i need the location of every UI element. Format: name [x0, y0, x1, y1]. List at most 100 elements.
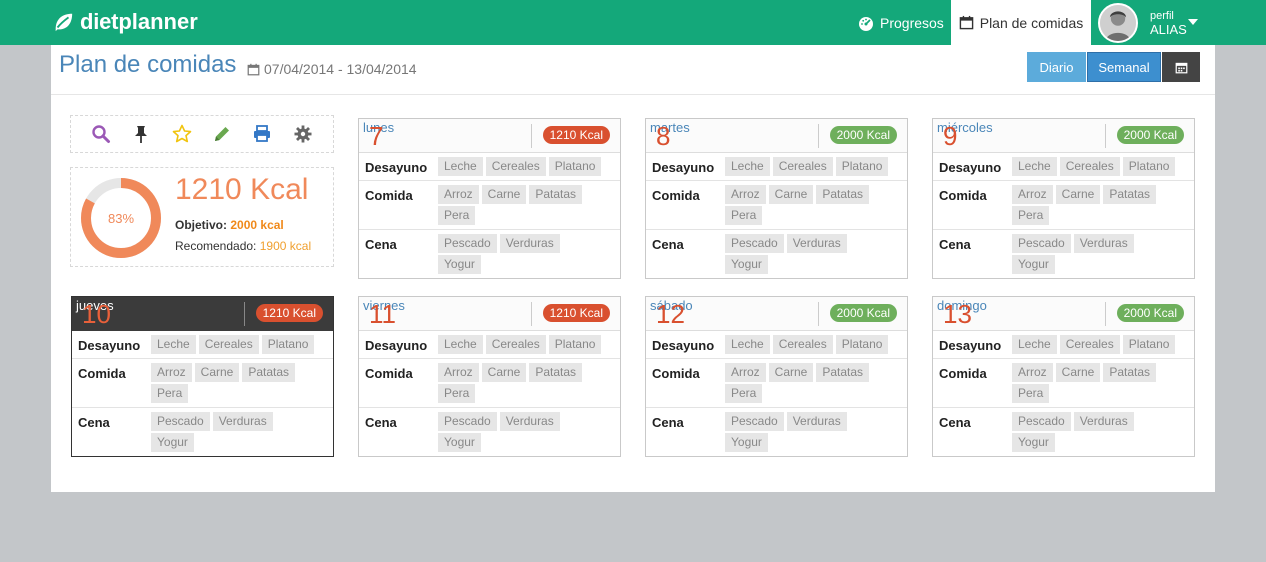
food-tag[interactable]: Verduras [786, 234, 847, 253]
food-tag[interactable]: Verduras [786, 412, 847, 431]
food-tag[interactable]: Carne [768, 185, 814, 204]
day-card[interactable]: 12 sábado 2000 Kcal Desayuno Leche Cereales Pl… [645, 296, 908, 457]
food-tag[interactable]: Carne [481, 363, 527, 382]
food-tag[interactable]: Yogur [725, 433, 768, 452]
food-tag[interactable]: Platano [1122, 335, 1176, 354]
search-icon[interactable] [91, 124, 111, 144]
food-tag[interactable]: Yogur [1012, 433, 1055, 452]
day-card[interactable]: 11 viernes 1210 Kcal Desayuno Leche Cereales P… [358, 296, 621, 457]
food-tag[interactable]: Cereales [485, 157, 546, 176]
meal-label: Cena [939, 415, 971, 430]
food-tag[interactable]: Cereales [198, 335, 259, 354]
food-tag[interactable]: Cereales [1059, 157, 1120, 176]
food-tag[interactable]: Yogur [725, 255, 768, 274]
food-tag[interactable]: Leche [1012, 157, 1057, 176]
food-tag[interactable]: Platano [835, 335, 889, 354]
day-card[interactable]: 13 domingo 2000 Kcal Desayuno Leche Cereales P… [932, 296, 1195, 457]
food-tag[interactable]: Verduras [1073, 234, 1134, 253]
food-tag[interactable]: Cereales [1059, 335, 1120, 354]
food-tag[interactable]: Platano [835, 157, 889, 176]
food-tags: Arroz Carne Patatas Pera [725, 184, 895, 226]
daily-view-button[interactable]: Diario [1027, 52, 1086, 82]
food-tag[interactable]: Cereales [772, 157, 833, 176]
food-tag[interactable]: Leche [1012, 335, 1057, 354]
food-tag[interactable]: Pescado [151, 412, 210, 431]
food-tag[interactable]: Pera [1012, 206, 1050, 225]
food-tag[interactable]: Platano [1122, 157, 1176, 176]
food-tag[interactable]: Arroz [725, 185, 766, 204]
food-tag[interactable]: Patatas [816, 185, 870, 204]
print-icon[interactable] [252, 124, 272, 144]
calendar-view-button[interactable] [1162, 52, 1200, 82]
food-tag[interactable]: Patatas [1103, 363, 1157, 382]
food-tag[interactable]: Leche [725, 157, 770, 176]
food-tag[interactable]: Carne [1055, 185, 1101, 204]
day-card[interactable]: 8 martes 2000 Kcal Desayuno Leche Cereales Pla… [645, 118, 908, 279]
food-tag[interactable]: Arroz [1012, 363, 1053, 382]
food-tag[interactable]: Pera [438, 206, 476, 225]
food-tag[interactable]: Arroz [151, 363, 192, 382]
food-tag[interactable]: Arroz [438, 363, 479, 382]
weekly-view-button[interactable]: Semanal [1087, 52, 1161, 82]
food-tag[interactable]: Carne [1055, 363, 1101, 382]
food-tags: Leche Cereales Platano [725, 334, 895, 355]
food-tag[interactable]: Pescado [725, 412, 784, 431]
chevron-down-icon[interactable] [1188, 19, 1198, 25]
food-tag[interactable]: Platano [261, 335, 315, 354]
day-card[interactable]: 7 lunes 1210 Kcal Desayuno Leche Cereales Plat… [358, 118, 621, 279]
food-tag[interactable]: Leche [725, 335, 770, 354]
gear-icon[interactable] [293, 124, 313, 144]
food-tag[interactable]: Patatas [1103, 185, 1157, 204]
food-tag[interactable]: Verduras [212, 412, 273, 431]
food-tag[interactable]: Pescado [438, 234, 497, 253]
food-tag[interactable]: Patatas [816, 363, 870, 382]
meal-row-lunch: Comida Arroz Carne Patatas Pera [359, 359, 620, 408]
food-tag[interactable]: Pescado [438, 412, 497, 431]
food-tags: Arroz Carne Patatas Pera [1012, 184, 1182, 226]
food-tag[interactable]: Cereales [772, 335, 833, 354]
nav-progress[interactable]: Progresos [858, 0, 944, 45]
food-tag[interactable]: Pescado [1012, 412, 1071, 431]
star-icon[interactable] [172, 124, 192, 144]
food-tag[interactable]: Platano [548, 157, 602, 176]
food-tag[interactable]: Arroz [438, 185, 479, 204]
food-tag[interactable]: Patatas [529, 185, 583, 204]
food-tag[interactable]: Yogur [438, 255, 481, 274]
food-tag[interactable]: Pera [725, 206, 763, 225]
food-tag[interactable]: Platano [548, 335, 602, 354]
food-tag[interactable]: Carne [481, 185, 527, 204]
brand-logo[interactable]: diet planner [52, 8, 198, 36]
food-tag[interactable]: Pescado [1012, 234, 1071, 253]
food-tag[interactable]: Yogur [438, 433, 481, 452]
profile-menu[interactable]: perfil ALIAS [1092, 0, 1212, 45]
food-tag[interactable]: Verduras [499, 234, 560, 253]
food-tag[interactable]: Carne [768, 363, 814, 382]
food-tag[interactable]: Yogur [1012, 255, 1055, 274]
food-tag[interactable]: Verduras [1073, 412, 1134, 431]
day-card[interactable]: 9 miércoles 2000 Kcal Desayuno Leche Cereales… [932, 118, 1195, 279]
food-tag[interactable]: Patatas [529, 363, 583, 382]
pin-icon[interactable] [131, 124, 151, 144]
meal-label: Comida [939, 366, 987, 381]
food-tags: Leche Cereales Platano [1012, 156, 1182, 177]
food-tag[interactable]: Pera [1012, 384, 1050, 403]
food-tag[interactable]: Leche [438, 157, 483, 176]
food-tag[interactable]: Leche [151, 335, 196, 354]
food-tag[interactable]: Patatas [242, 363, 296, 382]
food-tag[interactable]: Verduras [499, 412, 560, 431]
food-tag[interactable]: Arroz [725, 363, 766, 382]
food-tag[interactable]: Arroz [1012, 185, 1053, 204]
food-tag[interactable]: Pera [438, 384, 476, 403]
food-tag[interactable]: Pera [151, 384, 189, 403]
food-tag[interactable]: Pescado [725, 234, 784, 253]
pencil-icon[interactable] [212, 124, 232, 144]
food-tag[interactable]: Pera [725, 384, 763, 403]
nav-meal-plan[interactable]: Plan de comidas [951, 0, 1091, 45]
food-tag[interactable]: Cereales [485, 335, 546, 354]
day-card[interactable]: 10 jueves 1210 Kcal Desayuno Leche Cereales Pl… [71, 296, 334, 457]
calendar-icon [959, 15, 974, 30]
profile-label: perfil [1150, 9, 1174, 22]
food-tag[interactable]: Leche [438, 335, 483, 354]
food-tag[interactable]: Yogur [151, 433, 194, 452]
food-tag[interactable]: Carne [194, 363, 240, 382]
